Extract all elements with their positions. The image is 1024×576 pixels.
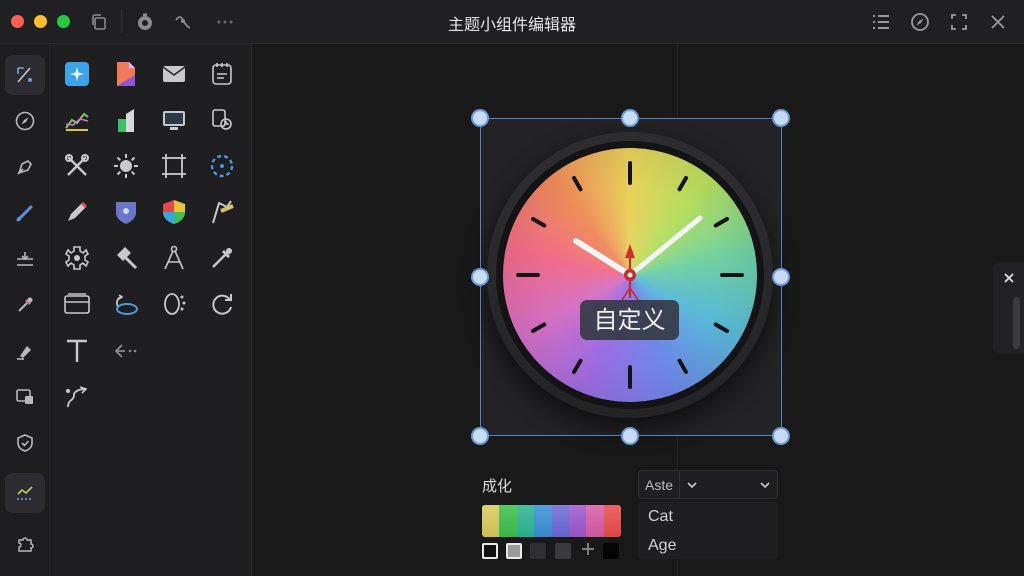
dropdown-option[interactable]: Age: [648, 537, 676, 555]
resize-handle-right[interactable]: [772, 268, 790, 286]
tool-rail: [0, 44, 50, 576]
resize-handle-left[interactable]: [471, 268, 489, 286]
sun-icon[interactable]: [111, 151, 141, 181]
style-dropdown[interactable]: Aste: [638, 470, 778, 499]
document-icon[interactable]: [111, 59, 141, 89]
gradient-swatch-bar[interactable]: [482, 505, 621, 537]
notepad-icon[interactable]: [207, 59, 237, 89]
close-icon[interactable]: [986, 10, 1010, 34]
pen-tool-icon[interactable]: [5, 147, 45, 187]
refresh-doc-icon[interactable]: [207, 105, 237, 135]
mini-color-swatch[interactable]: [482, 543, 498, 559]
resize-handle-top-right[interactable]: [772, 109, 790, 127]
dropdown-value: Aste: [645, 477, 674, 493]
loading-icon[interactable]: [159, 289, 189, 319]
color-swatch[interactable]: [551, 505, 569, 537]
resize-handle-top[interactable]: [621, 109, 639, 127]
dropdown-option[interactable]: Cat: [648, 508, 673, 526]
color-swatch[interactable]: [568, 505, 587, 537]
rotate-icon[interactable]: [207, 289, 237, 319]
close-icon[interactable]: [1002, 271, 1016, 285]
puzzle-tool-icon[interactable]: [5, 524, 45, 564]
resize-handle-bottom[interactable]: [621, 427, 639, 445]
dropdown-menu: Cat Age: [638, 501, 778, 559]
color-swatch[interactable]: [482, 505, 500, 537]
add-swatch-icon[interactable]: [580, 542, 596, 558]
card-icon[interactable]: [62, 289, 92, 319]
mail-icon[interactable]: [159, 59, 189, 89]
color-swatch[interactable]: [586, 505, 604, 537]
chevron-down-icon[interactable]: [759, 479, 771, 491]
signal-icon[interactable]: [207, 197, 237, 227]
editor-canvas[interactable]: 自定义 成化 Aste Cat Age: [253, 44, 1024, 576]
loop-icon[interactable]: [111, 289, 141, 319]
frame-icon[interactable]: [159, 151, 189, 181]
wrench-icon[interactable]: [62, 151, 92, 181]
route-icon[interactable]: [62, 383, 92, 413]
pipette-tool-icon[interactable]: [5, 285, 45, 325]
color-swatch[interactable]: [499, 505, 517, 537]
compass-icon[interactable]: [159, 243, 189, 273]
compass-tool-icon[interactable]: [5, 101, 45, 141]
mini-color-swatch[interactable]: [530, 543, 546, 559]
color-section-label: 成化: [482, 477, 513, 495]
resize-handle-top-left[interactable]: [471, 109, 489, 127]
pencil-icon[interactable]: [62, 197, 92, 227]
app-window: 主题小组件编辑器 自定义 成化 Aste Cat Age: [0, 0, 1024, 576]
selection-box[interactable]: [480, 118, 782, 436]
scrollbar-thumb[interactable]: [1013, 297, 1020, 349]
color-swatch[interactable]: [516, 505, 535, 537]
resize-handle-bottom-right[interactable]: [772, 427, 790, 445]
chart-icon[interactable]: [62, 105, 92, 135]
text-icon[interactable]: [62, 336, 92, 366]
color-swatch[interactable]: [603, 505, 621, 537]
hammer-icon[interactable]: [111, 243, 141, 273]
color-swatch[interactable]: [534, 505, 552, 537]
dashed-circle-icon[interactable]: [207, 151, 237, 181]
sparkle-icon[interactable]: [62, 59, 92, 89]
shield-icon[interactable]: [159, 197, 189, 227]
monitor-icon[interactable]: [159, 105, 189, 135]
dropper-icon[interactable]: [207, 243, 237, 273]
align-tool-icon[interactable]: [5, 239, 45, 279]
chevron-down-icon[interactable]: [686, 479, 698, 491]
mini-color-swatch[interactable]: [506, 543, 522, 559]
resize-handle-bottom-left[interactable]: [471, 427, 489, 445]
screen-tool-icon[interactable]: [5, 377, 45, 417]
badge-icon[interactable]: [111, 197, 141, 227]
shield-tool-icon[interactable]: [5, 423, 45, 463]
list-icon[interactable]: [869, 10, 893, 34]
mini-color-swatch[interactable]: [555, 543, 571, 559]
bar-icon[interactable]: [111, 105, 141, 135]
mini-color-swatch[interactable]: [603, 543, 619, 559]
compass-icon[interactable]: [908, 10, 932, 34]
title-bar: 主题小组件编辑器: [0, 0, 1024, 44]
icon-palette: [50, 44, 252, 576]
gear-icon[interactable]: [62, 243, 92, 273]
arrow-left-icon[interactable]: [111, 336, 141, 366]
fullscreen-icon[interactable]: [947, 10, 971, 34]
brush-tool-icon[interactable]: [5, 193, 45, 233]
graph-tool-icon[interactable]: [5, 473, 45, 513]
select-tool-icon[interactable]: [5, 55, 45, 95]
highlighter-tool-icon[interactable]: [5, 331, 45, 371]
